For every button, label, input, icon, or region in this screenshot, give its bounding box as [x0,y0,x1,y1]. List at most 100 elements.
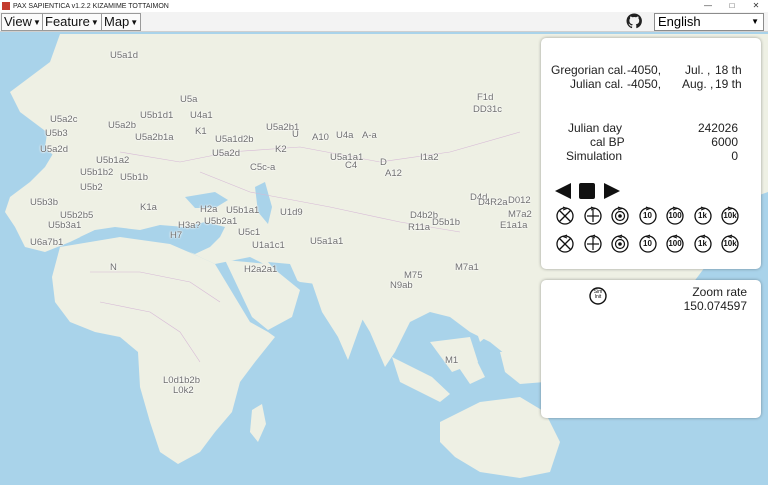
haplogroup-label: U5b1d1 [140,110,174,121]
backward-speed-button-1[interactable] [583,234,603,254]
haplogroup-label: U [292,129,299,140]
minimize-button[interactable]: — [696,0,720,12]
haplogroup-label: U5a1d2b [215,134,254,145]
speed-label: 10k [723,239,737,248]
rewind-icon[interactable] [554,182,572,200]
haplogroup-label: U4a [336,130,354,141]
haplogroup-label: K1a [140,202,157,213]
map-menu-label: Map [104,14,130,29]
haplogroup-label: U5a2d [212,148,240,159]
feature-menu-label: Feature [45,14,90,29]
speed-label: 1k [698,211,707,220]
haplogroup-label: U4a1 [190,110,213,121]
haplogroup-label: M7a1 [455,262,479,273]
haplogroup-label: U5a2d [40,144,68,155]
view-menu[interactable]: View▼ [1,13,44,31]
haplogroup-label: A10 [312,132,329,143]
forward-speed-button-4[interactable]: 100 [665,206,685,226]
julian-day: 19 th [715,77,742,91]
haplogroup-label: U5a [180,94,198,105]
view-menu-label: View [4,14,32,29]
haplogroup-label: M1 [445,355,459,366]
haplogroup-label: U5b1b [120,172,148,183]
haplogroup-label: U5b2a1 [204,216,238,227]
haplogroup-label: U5b1b2 [80,167,114,178]
backward-speed-button-6[interactable]: 10k [720,234,740,254]
haplogroup-label: H7 [170,230,183,241]
haplogroup-label: C5c-a [250,162,276,173]
haplogroup-label: N9ab [390,280,413,291]
stop-icon[interactable] [578,182,596,200]
github-icon[interactable] [626,13,642,29]
zoom-panel: Sim Init Zoom rate 150.074597 [541,280,761,418]
gregorian-label: Gregorian cal. [551,63,627,77]
haplogroup-label: N [110,262,117,273]
julian-year: -4050, [627,77,662,91]
haplogroup-label: U5a1d [110,50,138,61]
haplogroup-label: D [380,157,387,168]
gregorian-month: Jul. , [685,63,711,77]
haplogroup-label: K1 [195,126,207,137]
speed-label: 10 [643,239,652,248]
haplogroup-label: H2a [200,204,218,215]
gregorian-year: -4050, [627,63,662,77]
forward-speed-button-6[interactable]: 10k [720,206,740,226]
speed-label: 100 [668,239,682,248]
window-title: PAX SAPIENTICA v1.2.2 KIZAMIME TOTTAIMON [13,2,169,10]
haplogroup-label: H2a2a1 [244,264,278,275]
play-icon[interactable] [603,182,621,200]
backward-speed-button-2[interactable] [610,234,630,254]
backward-speed-button-0[interactable] [555,234,575,254]
simulation-value: 0 [731,149,738,163]
time-panel: Gregorian cal. -4050, Jul. , 18 th Julia… [541,38,761,269]
haplogroup-label: U5b1a2 [96,155,130,166]
chevron-down-icon: ▼ [32,18,41,27]
haplogroup-label: D012 [508,195,531,206]
haplogroup-label: M7a2 [508,209,532,220]
haplogroup-label: A-a [362,130,377,141]
close-button[interactable]: ✕ [744,0,768,12]
haplogroup-label: D4R2a [478,197,508,208]
backward-speed-button-4[interactable]: 100 [665,234,685,254]
haplogroup-label: R11a [408,222,431,233]
julian-day-value: 242026 [697,121,738,135]
menu-bar: View▼ Feature▼ Map▼ [0,12,768,32]
backward-speed-button-3[interactable]: 10 [638,234,658,254]
haplogroup-label: U5a2c [50,114,78,125]
forward-speed-button-1[interactable] [583,206,603,226]
forward-speed-button-5[interactable]: 1k [693,206,713,226]
julian-month: Aug. , [682,77,714,91]
haplogroup-label: D5b1b [432,217,460,228]
forward-speed-button-0[interactable] [555,206,575,226]
map-menu[interactable]: Map▼ [101,13,142,31]
window-title-bar: PAX SAPIENTICA v1.2.2 KIZAMIME TOTTAIMON… [0,0,768,12]
chevron-down-icon: ▼ [130,18,139,27]
chevron-down-icon: ▼ [90,18,99,27]
forward-speed-button-3[interactable]: 10 [638,206,658,226]
backward-speed-button-5[interactable]: 1k [693,234,713,254]
haplogroup-label: U5a2b1a [135,132,174,143]
haplogroup-label: U5c1 [238,227,261,238]
haplogroup-label: U5b3b [30,197,58,208]
haplogroup-label: U5b1a1 [226,205,260,216]
haplogroup-label: L0k2 [173,385,194,396]
speed-label: 10k [723,211,737,220]
language-select[interactable]: English ▼ [654,13,764,31]
haplogroup-label: A12 [385,168,402,179]
haplogroup-label: U5a2b [108,120,136,131]
forward-speed-button-2[interactable] [610,206,630,226]
speed-label: 100 [668,211,682,220]
haplogroup-label: C4 [345,160,358,171]
maximize-button[interactable]: □ [720,0,744,12]
feature-menu[interactable]: Feature▼ [42,13,102,31]
app-icon [2,2,10,10]
haplogroup-label: U5b3 [45,128,68,139]
julian-label: Julian cal. [570,77,624,91]
haplogroup-label: F1d [477,92,494,103]
language-select-value: English [658,14,701,29]
haplogroup-label: DD31c [473,104,503,115]
chevron-down-icon: ▼ [751,17,759,26]
haplogroup-label: U1d9 [280,207,303,218]
haplogroup-label: U5b2 [80,182,103,193]
haplogroup-label: U1a1c1 [252,240,285,251]
